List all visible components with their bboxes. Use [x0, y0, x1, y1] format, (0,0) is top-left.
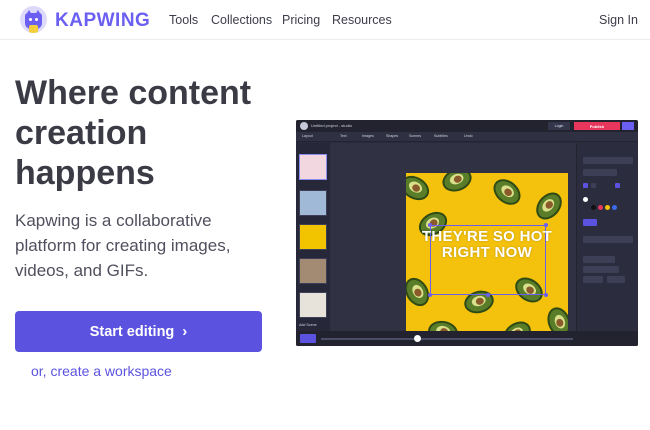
scene-thumbnail [299, 190, 327, 216]
color-swatch-white [583, 197, 588, 202]
scene-sidebar: Add Scene [296, 143, 330, 346]
scene-thumbnail [299, 224, 327, 250]
style-button [583, 219, 597, 226]
canvas-text-overlay: THEY'RE SO HOT RIGHT NOW [421, 228, 553, 261]
canvas-area: THEY'RE SO HOT RIGHT NOW [330, 143, 576, 345]
font-select [583, 169, 617, 176]
start-editing-label: Start editing [89, 323, 175, 340]
color-swatch-black [591, 205, 596, 210]
resize-handle [428, 293, 432, 297]
tool-images: Images [362, 134, 374, 138]
edit-text-button [583, 157, 633, 164]
nav-link-tools[interactable]: Tools [169, 13, 198, 27]
resize-handle [544, 293, 548, 297]
hero-title: Where content creation happens [15, 74, 252, 192]
design-canvas: THEY'RE SO HOT RIGHT NOW [406, 173, 568, 345]
align-icon [615, 183, 620, 188]
color-swatch-blue [612, 205, 617, 210]
add-scene-button: Add Scene [299, 323, 317, 327]
publish-menu-icon [622, 122, 634, 130]
editor-preview: Untitled project - studio Login Publish … [296, 120, 638, 346]
tool-scenes: Scenes [409, 134, 421, 138]
login-button: Login [548, 122, 570, 130]
scene-thumbnail [299, 292, 327, 318]
avatar [300, 122, 308, 130]
top-navigation: KAPWING Tools Collections Pricing Resour… [0, 0, 650, 40]
scene-thumbnail [299, 154, 327, 180]
resize-handle [486, 293, 490, 297]
timeline-bar [296, 331, 638, 346]
animate-button [583, 236, 633, 243]
nav-link-collections[interactable]: Collections [211, 13, 272, 27]
tool-text: Text [340, 134, 347, 138]
bold-icon [583, 183, 588, 188]
avocado-image [530, 187, 568, 225]
scene-thumbnail [299, 258, 327, 284]
timeline-scrubber [414, 335, 421, 342]
project-name: Untitled project - studio [311, 123, 352, 128]
timeline-track [321, 338, 573, 340]
sign-in-link[interactable]: Sign In [599, 13, 638, 27]
play-button [300, 334, 316, 343]
layer-button [583, 266, 619, 273]
color-swatch-red [598, 205, 603, 210]
avocado-image [488, 173, 526, 211]
duplicate-button [583, 276, 603, 283]
hero-subtitle: Kapwing is a collaborative platform for … [15, 211, 231, 280]
remove-background-button [583, 256, 615, 263]
resize-handle [544, 223, 548, 227]
avocado-image [439, 173, 475, 196]
tool-subtitles: Subtitles [434, 134, 448, 138]
create-workspace-link[interactable]: or, create a workspace [31, 363, 172, 379]
start-editing-button[interactable]: Start editing › [15, 311, 262, 352]
color-swatch-yellow [605, 205, 610, 210]
tool-shapes: Shapes [386, 134, 399, 138]
publish-button: Publish [574, 122, 620, 130]
avocado-image [406, 173, 434, 206]
tool-undo: Undo [464, 134, 473, 138]
nav-link-pricing[interactable]: Pricing [282, 13, 320, 27]
resize-handle [428, 223, 432, 227]
delete-button [607, 276, 625, 283]
kapwing-logo-icon[interactable] [20, 6, 47, 33]
italic-icon [591, 183, 596, 188]
properties-panel [576, 143, 638, 346]
nav-link-resources[interactable]: Resources [332, 13, 392, 27]
editor-title-bar: Untitled project - studio Login Publish [296, 120, 638, 132]
brand-name[interactable]: KAPWING [55, 10, 150, 32]
tool-layout: Layout [302, 134, 313, 138]
chevron-right-icon: › [182, 323, 188, 340]
